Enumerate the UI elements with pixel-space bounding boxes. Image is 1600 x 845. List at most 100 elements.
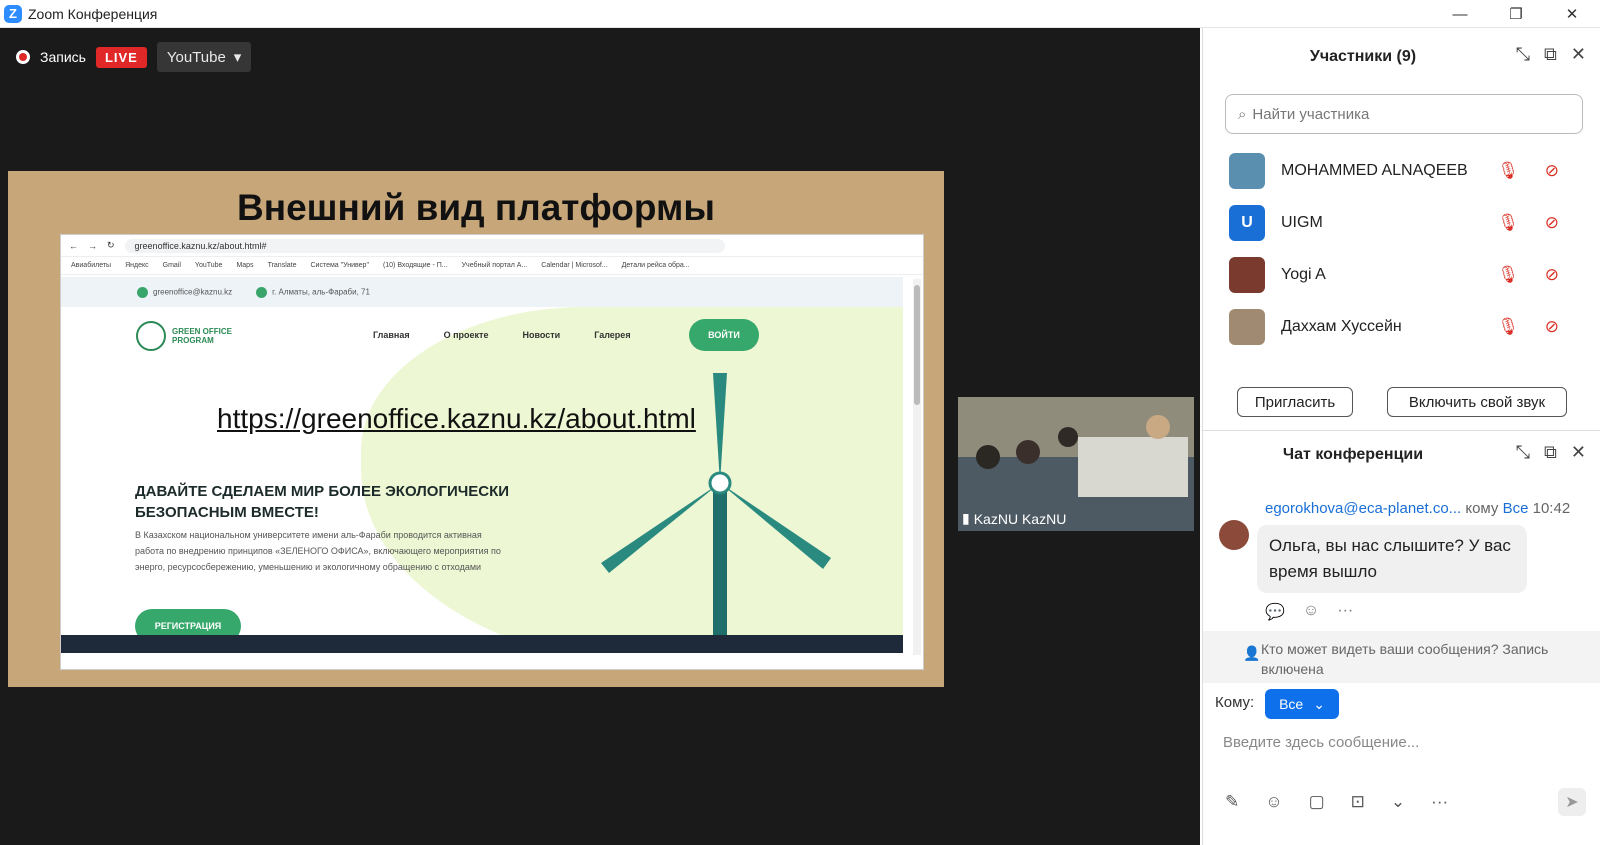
logo-text: GREEN OFFICE PROGRAM bbox=[172, 327, 233, 345]
more-icon[interactable]: ··· bbox=[1431, 792, 1448, 812]
restore-button[interactable]: ❐ bbox=[1488, 0, 1544, 28]
participant-name: MOHAMMED ALNAQEEB bbox=[1281, 162, 1468, 179]
site-nav: Главная О проекте Новости Галерея bbox=[373, 330, 631, 340]
avatar bbox=[1229, 153, 1265, 189]
reply-icon[interactable]: 💬 bbox=[1265, 602, 1285, 622]
record-icon bbox=[16, 50, 30, 64]
mic-muted-icon: 🎙 bbox=[1497, 265, 1519, 284]
record-label: Запись bbox=[40, 49, 86, 65]
bookmark-item: Gmail bbox=[162, 262, 181, 269]
recipient-dropdown[interactable]: Все ⌄ bbox=[1265, 689, 1339, 719]
nav-about: О проекте bbox=[443, 330, 489, 340]
collapse-icon[interactable]: ⤡ bbox=[1516, 44, 1530, 65]
side-panel: Участники (9) ⤡ ⧉ ✕ ⌕ Найти участника MO… bbox=[1202, 28, 1600, 845]
participants-title: Участники (9) bbox=[1309, 48, 1417, 65]
message-target: Все bbox=[1502, 500, 1529, 517]
format-icon[interactable]: ✎ bbox=[1225, 792, 1239, 812]
chat-toolbar: ✎ ☺ ▢ ⊡ ⌄ ··· bbox=[1225, 792, 1448, 812]
bookmark-item: Детали рейса обра... bbox=[621, 262, 690, 269]
site-logo: GREEN OFFICE PROGRAM bbox=[136, 321, 242, 351]
browser-url: greenoffice.kaznu.kz/about.html# bbox=[124, 238, 725, 253]
participant-row[interactable]: Yogi A 🎙 ⊘ bbox=[1203, 249, 1593, 301]
stream-label: YouTube bbox=[166, 48, 226, 66]
back-icon: ← bbox=[69, 240, 78, 251]
person-icon: 👤 bbox=[1243, 645, 1261, 661]
browser-window: ← → ↻ greenoffice.kaznu.kz/about.html# А… bbox=[60, 234, 924, 670]
globe-icon bbox=[136, 321, 166, 351]
participant-video[interactable]: ▮ KazNU KazNU bbox=[958, 397, 1194, 531]
signal-icon: ▮ bbox=[962, 510, 970, 526]
participant-name: UIGM bbox=[1281, 214, 1323, 231]
file-icon[interactable]: ▢ bbox=[1309, 792, 1325, 812]
windows-taskbar bbox=[61, 635, 903, 653]
send-icon: ➤ bbox=[1565, 794, 1579, 811]
popout-icon[interactable]: ⧉ bbox=[1544, 44, 1557, 65]
emoji-react-icon[interactable]: ☺ bbox=[1303, 602, 1319, 622]
close-panel-icon[interactable]: ✕ bbox=[1571, 442, 1586, 463]
bookmark-item: Calendar | Microsof... bbox=[541, 262, 608, 269]
chevron-down-icon: ⌄ bbox=[1313, 695, 1325, 712]
shared-screen: Внешний вид платформы ← → ↻ greenoffice.… bbox=[8, 171, 944, 687]
message-header: egorokhova@eca-planet.co... кому Все 10:… bbox=[1265, 500, 1570, 517]
contact-bar: greenoffice@kaznu.kz г. Алматы, аль-Фара… bbox=[61, 277, 903, 307]
participant-row[interactable]: U UIGM 🎙 ⊘ bbox=[1203, 197, 1593, 249]
chevron-down-icon[interactable]: ⌄ bbox=[1391, 792, 1405, 812]
video-name-tag: ▮ KazNU KazNU bbox=[962, 510, 1066, 527]
invite-button[interactable]: Пригласить bbox=[1237, 387, 1353, 417]
bookmark-item: Учебный портал А... bbox=[461, 262, 528, 269]
video-off-icon: ⊘ bbox=[1544, 161, 1559, 180]
participant-row[interactable]: Даххам Хуссейн 🎙 ⊘ bbox=[1203, 301, 1593, 353]
mic-muted-icon: 🎙 bbox=[1497, 213, 1519, 232]
participant-row[interactable]: MOHAMMED ALNAQEEB 🎙 ⊘ bbox=[1203, 145, 1593, 197]
slide-heading: Внешний вид платформы bbox=[237, 187, 715, 228]
message-actions: 💬 ☺ ··· bbox=[1265, 602, 1353, 622]
message-sender[interactable]: egorokhova@eca-planet.co... bbox=[1265, 500, 1461, 517]
collapse-icon[interactable]: ⤡ bbox=[1516, 442, 1530, 463]
message-time: 10:42 bbox=[1532, 500, 1571, 517]
participant-search[interactable]: ⌕ Найти участника bbox=[1225, 94, 1583, 134]
message-input[interactable]: Введите здесь сообщение... bbox=[1223, 734, 1419, 751]
email-text: greenoffice@kaznu.kz bbox=[153, 287, 233, 297]
more-icon[interactable]: ··· bbox=[1337, 602, 1353, 622]
browser-toolbar: ← → ↻ greenoffice.kaznu.kz/about.html# bbox=[61, 235, 923, 257]
bookmark-item: Яндекс bbox=[125, 262, 149, 269]
contact-email: greenoffice@kaznu.kz bbox=[137, 286, 233, 298]
participant-name: Yogi A bbox=[1281, 266, 1326, 283]
close-panel-icon[interactable]: ✕ bbox=[1571, 44, 1586, 65]
address-text: г. Алматы, аль-Фараби, 71 bbox=[272, 287, 370, 297]
hero-paragraph: В Казахском национальном университете им… bbox=[135, 530, 501, 572]
close-window-button[interactable]: ✕ bbox=[1544, 0, 1600, 28]
search-placeholder: Найти участника bbox=[1252, 105, 1370, 123]
wind-turbine-illustration bbox=[601, 373, 831, 653]
send-button[interactable]: ➤ bbox=[1558, 788, 1586, 816]
bookmarks-bar: Авиабилеты Яндекс Gmail YouTube Maps Tra… bbox=[61, 257, 923, 275]
nav-gallery: Галерея bbox=[594, 330, 631, 340]
participant-name: Даххам Хуссейн bbox=[1281, 318, 1402, 335]
chat-title: Чат конференции bbox=[1282, 446, 1424, 463]
reload-icon: ↻ bbox=[107, 240, 115, 250]
window-title: Zoom Конференция bbox=[28, 5, 158, 22]
message-to: кому bbox=[1465, 500, 1499, 517]
screenshot-icon[interactable]: ⊡ bbox=[1351, 792, 1365, 812]
unmute-button[interactable]: Включить свой звук bbox=[1387, 387, 1567, 417]
minimize-button[interactable]: — bbox=[1432, 0, 1488, 28]
stream-dropdown[interactable]: YouTube ▾ bbox=[156, 42, 252, 72]
nav-main: Главная bbox=[373, 330, 410, 340]
panel-divider bbox=[1203, 430, 1600, 431]
visibility-text: Кто может видеть ваши сообщения? Запись … bbox=[1261, 641, 1549, 677]
recording-indicator: Запись LIVE YouTube ▾ bbox=[16, 42, 252, 72]
avatar bbox=[1229, 257, 1265, 293]
visibility-notice: 👤 Кто может видеть ваши сообщения? Запис… bbox=[1203, 631, 1600, 683]
popout-icon[interactable]: ⧉ bbox=[1544, 442, 1557, 463]
avatar: U bbox=[1229, 205, 1265, 241]
video-off-icon: ⊘ bbox=[1544, 265, 1559, 284]
web-page: greenoffice@kaznu.kz г. Алматы, аль-Фара… bbox=[61, 277, 903, 653]
participants-controls: ⤡ ⧉ ✕ bbox=[1516, 44, 1586, 65]
mic-muted-icon: 🎙 bbox=[1497, 317, 1519, 336]
location-icon bbox=[256, 286, 268, 298]
login-button: ВОЙТИ bbox=[689, 319, 759, 351]
avatar bbox=[1229, 309, 1265, 345]
video-off-icon: ⊘ bbox=[1544, 317, 1559, 336]
bookmark-item: Система "Универ" bbox=[310, 262, 369, 269]
emoji-icon[interactable]: ☺ bbox=[1265, 792, 1282, 812]
